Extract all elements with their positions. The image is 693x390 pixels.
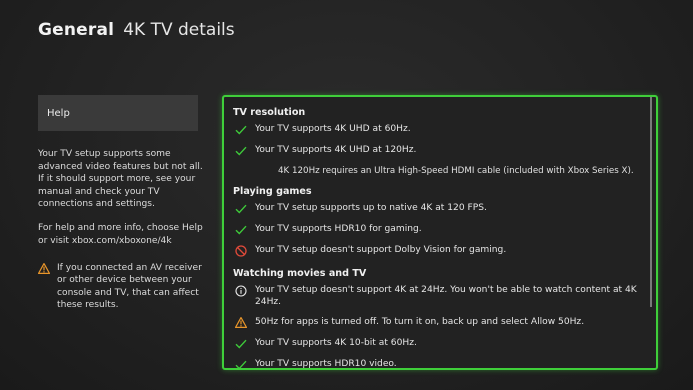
check-icon [234, 144, 247, 157]
check-icon [234, 123, 247, 136]
help-info-text: For help and more info, choose Help or v… [38, 223, 203, 246]
help-button[interactable]: Help [38, 95, 198, 131]
list-item: Your TV setup supports up to native 4K a… [233, 202, 642, 215]
av-receiver-warning: If you connected an AV receiver or other… [37, 262, 208, 311]
help-button-label: Help [47, 107, 70, 119]
check-icon [234, 358, 247, 368]
list-item: Your TV setup doesn't support 4K at 24Hz… [233, 284, 642, 308]
check-icon [234, 223, 247, 236]
list-item: Your TV supports 4K UHD at 60Hz. [233, 123, 642, 136]
info-icon [234, 284, 247, 297]
check-icon [234, 202, 247, 215]
list-item: Your TV supports HDR10 video. [233, 358, 642, 368]
check-icon [234, 337, 247, 350]
warning-icon [37, 263, 51, 311]
prohibited-icon [234, 244, 247, 257]
warning-icon [234, 316, 247, 329]
list-item: Your TV supports 4K UHD at 120Hz. [233, 144, 642, 157]
section-title: General [38, 20, 115, 40]
warning-text: If you connected an AV receiver or other… [57, 263, 202, 310]
page-header: General 4K TV details [38, 20, 235, 40]
setup-summary-text: Your TV setup supports some advanced vid… [38, 149, 203, 209]
tv-details-panel[interactable]: TV resolution Your TV supports 4K UHD at… [222, 95, 658, 370]
scrollbar[interactable] [650, 97, 652, 307]
heading-tv-resolution: TV resolution [233, 107, 306, 118]
page-title: 4K TV details [123, 20, 235, 40]
list-item: Your TV supports HDR10 for gaming. [233, 223, 642, 236]
list-item: Your TV supports 4K 10-bit at 60Hz. [233, 337, 642, 350]
hdmi-cable-note: 4K 120Hz requires an Ultra High-Speed HD… [278, 166, 634, 176]
list-item: 50Hz for apps is turned off. To turn it … [233, 316, 642, 329]
list-item: Your TV setup doesn't support Dolby Visi… [233, 244, 642, 257]
heading-watching-movies: Watching movies and TV [233, 268, 367, 279]
heading-playing-games: Playing games [233, 186, 312, 197]
